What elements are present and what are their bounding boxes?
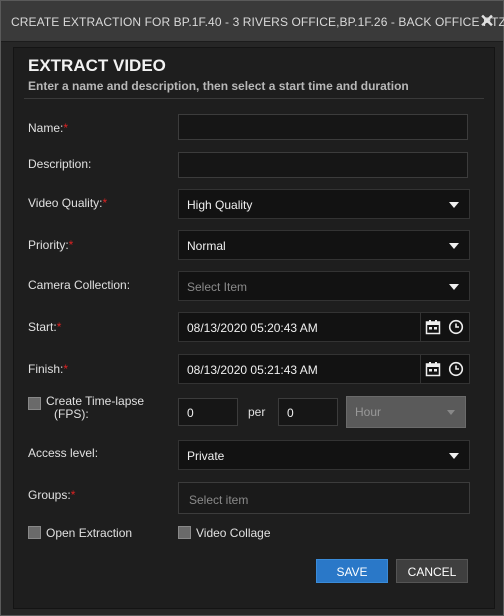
time-lapse-label: Create Time-lapse (FPS): bbox=[46, 395, 144, 421]
per-input[interactable]: 0 bbox=[278, 398, 338, 426]
page-title: EXTRACT VIDEO bbox=[28, 56, 166, 75]
start-value: 08/13/2020 05:20:43 AM bbox=[187, 321, 318, 335]
page-subtitle: Enter a name and description, then selec… bbox=[28, 79, 409, 93]
groups-label-text: Groups: bbox=[28, 488, 71, 502]
required-marker: * bbox=[70, 488, 76, 502]
name-label: Name:* bbox=[28, 121, 68, 135]
time-unit-value: Hour bbox=[355, 405, 382, 419]
required-marker: * bbox=[102, 196, 108, 210]
start-datetime-input[interactable]: 08/13/2020 05:20:43 AM bbox=[178, 312, 470, 342]
groups-label: Groups:* bbox=[28, 488, 75, 502]
clock-icon[interactable] bbox=[448, 361, 464, 377]
video-collage-checkbox[interactable] bbox=[178, 526, 191, 539]
cancel-button[interactable]: CANCEL bbox=[396, 559, 468, 583]
access-level-select[interactable]: Private bbox=[178, 440, 470, 470]
per-label: per bbox=[248, 405, 266, 419]
finish-label-text: Finish: bbox=[28, 362, 64, 376]
header-divider bbox=[24, 98, 484, 99]
form-panel: EXTRACT VIDEO Enter a name and descripti… bbox=[13, 47, 495, 609]
calendar-icon[interactable] bbox=[425, 361, 441, 377]
video-quality-label-text: Video Quality: bbox=[28, 196, 103, 210]
chevron-down-icon bbox=[449, 202, 459, 208]
per-value: 0 bbox=[287, 406, 294, 420]
required-marker: * bbox=[68, 238, 74, 252]
video-quality-value: High Quality bbox=[187, 198, 253, 212]
finish-value: 08/13/2020 05:21:43 AM bbox=[187, 363, 318, 377]
description-label: Description: bbox=[28, 157, 92, 171]
open-extraction-label: Open Extraction bbox=[46, 526, 133, 540]
clock-icon[interactable] bbox=[448, 319, 464, 335]
video-quality-select[interactable]: High Quality bbox=[178, 189, 470, 219]
time-unit-select[interactable]: Hour bbox=[346, 396, 466, 428]
time-lapse-label-line2: (FPS): bbox=[54, 407, 89, 421]
name-input[interactable] bbox=[178, 114, 468, 140]
finish-picker-buttons bbox=[420, 355, 469, 383]
chevron-down-icon bbox=[449, 284, 459, 290]
calendar-icon[interactable] bbox=[425, 319, 441, 335]
video-collage-label: Video Collage bbox=[196, 526, 271, 540]
fps-input[interactable]: 0 bbox=[178, 398, 238, 426]
finish-datetime-input[interactable]: 08/13/2020 05:21:43 AM bbox=[178, 354, 470, 384]
name-label-text: Name: bbox=[28, 121, 64, 135]
required-marker: * bbox=[63, 121, 69, 135]
camera-collection-label: Camera Collection: bbox=[28, 278, 131, 292]
finish-label: Finish:* bbox=[28, 362, 68, 376]
required-marker: * bbox=[56, 320, 62, 334]
priority-label: Priority:* bbox=[28, 238, 73, 252]
groups-placeholder: Select item bbox=[189, 493, 249, 507]
chevron-down-icon bbox=[449, 453, 459, 459]
description-input[interactable] bbox=[178, 152, 468, 178]
start-label: Start:* bbox=[28, 320, 61, 334]
priority-select[interactable]: Normal bbox=[178, 230, 470, 260]
fps-value: 0 bbox=[187, 406, 194, 420]
chevron-down-icon bbox=[449, 243, 459, 249]
save-button[interactable]: SAVE bbox=[316, 559, 388, 583]
required-marker: * bbox=[63, 362, 69, 376]
open-extraction-checkbox[interactable] bbox=[28, 526, 41, 539]
video-quality-label: Video Quality:* bbox=[28, 196, 107, 210]
access-level-value: Private bbox=[187, 449, 225, 463]
access-level-label: Access level: bbox=[28, 446, 99, 460]
time-lapse-checkbox[interactable] bbox=[28, 397, 41, 410]
priority-label-text: Priority: bbox=[28, 238, 69, 252]
camera-collection-select[interactable]: Select Item bbox=[178, 271, 470, 301]
extraction-dialog: CREATE EXTRACTION FOR BP.1F.40 - 3 RIVER… bbox=[0, 0, 504, 616]
dialog-title: CREATE EXTRACTION FOR BP.1F.40 - 3 RIVER… bbox=[11, 15, 504, 29]
camera-collection-placeholder: Select Item bbox=[187, 280, 248, 294]
groups-select[interactable]: Select item bbox=[178, 482, 470, 514]
title-bar: CREATE EXTRACTION FOR BP.1F.40 - 3 RIVER… bbox=[1, 1, 504, 42]
close-icon[interactable]: ✕ bbox=[479, 12, 495, 30]
start-label-text: Start: bbox=[28, 320, 57, 334]
chevron-down-icon bbox=[447, 410, 455, 415]
priority-value: Normal bbox=[187, 239, 226, 253]
start-picker-buttons bbox=[420, 313, 469, 341]
